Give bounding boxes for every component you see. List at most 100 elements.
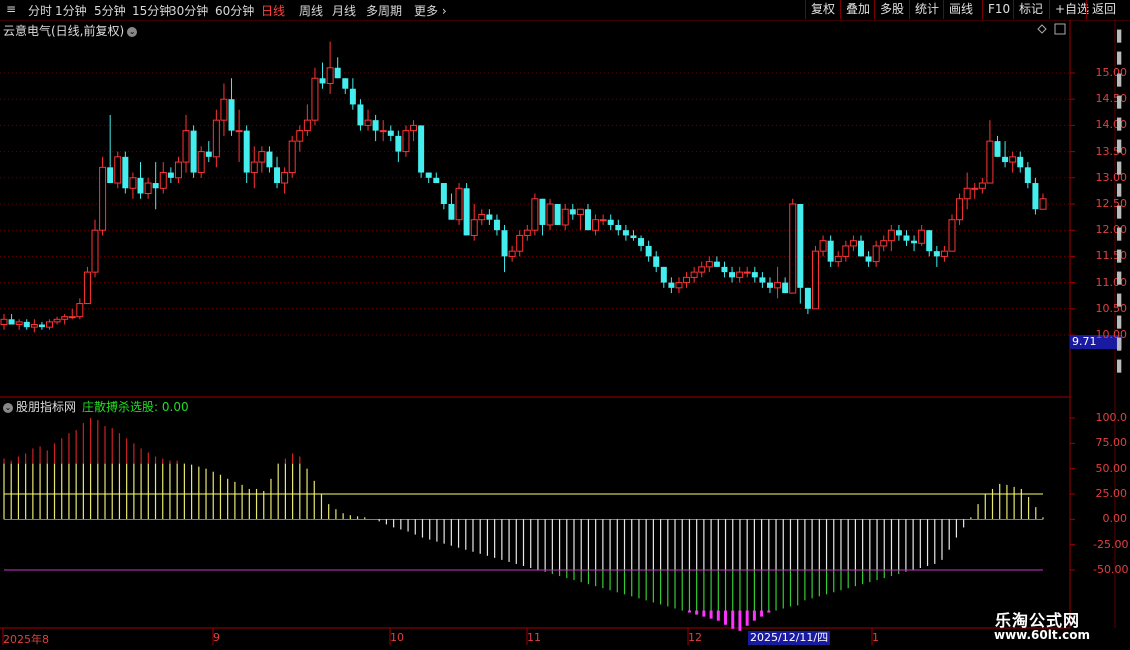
side-tab-4[interactable]: ▌: [1117, 118, 1125, 131]
candle-body-up: [842, 245, 850, 257]
side-tab-3[interactable]: ▌: [1117, 96, 1125, 109]
candle-body-up: [834, 255, 842, 263]
side-tab-0[interactable]: ▌: [1117, 30, 1125, 43]
candle-body-down: [994, 141, 1001, 157]
candle-body-up: [698, 266, 706, 273]
candle-body-down: [395, 135, 402, 152]
candle-body-down: [1024, 167, 1031, 184]
side-tab-13[interactable]: ▌: [1117, 316, 1125, 329]
side-tab-8[interactable]: ▌: [1117, 206, 1125, 219]
candle-body-down: [122, 156, 129, 189]
maximize-icon: [1054, 23, 1066, 35]
candle-body-up: [61, 316, 69, 320]
candle-body-up: [819, 240, 827, 252]
candle-body-up: [592, 219, 600, 231]
side-tab-5[interactable]: ▌: [1117, 140, 1125, 153]
x-axis-label: 9: [213, 631, 220, 644]
side-tab-1[interactable]: ▌: [1117, 52, 1125, 65]
side-tab-2[interactable]: ▌: [1117, 74, 1125, 87]
candle-body-down: [721, 266, 728, 273]
candle-body-down: [903, 235, 910, 241]
side-tab-12[interactable]: ▌: [1117, 294, 1125, 307]
candle-body-up: [956, 198, 964, 221]
side-tab-15[interactable]: ▌: [1117, 360, 1125, 373]
candle-body-up: [76, 303, 84, 318]
candle-body-down: [205, 151, 212, 157]
candle-body-up: [326, 67, 334, 84]
chart-canvas[interactable]: [0, 0, 1130, 650]
candle-body-up: [0, 318, 8, 326]
x-axis-label: 11: [527, 631, 541, 644]
candle-body-up: [774, 282, 782, 289]
side-tab-14[interactable]: ▌: [1117, 338, 1125, 351]
candle-body-up: [705, 261, 713, 268]
candle-body-down: [342, 78, 349, 89]
candle-body-down: [622, 230, 629, 236]
candle-body-down: [539, 198, 546, 225]
candle-body-up: [288, 140, 296, 174]
candle-body-down: [729, 272, 736, 278]
candle-body-up: [83, 271, 91, 305]
candle-body-up: [46, 321, 54, 328]
candle-body-up: [281, 172, 289, 184]
candle-body-up: [478, 213, 486, 221]
candle-body-up: [523, 229, 531, 236]
candle-body-down: [1002, 156, 1009, 163]
candle-body-down: [797, 204, 804, 288]
candle-body-down: [668, 282, 675, 288]
candle-body-down: [349, 88, 356, 105]
candle-body-up: [99, 166, 107, 231]
candle-body-up: [789, 203, 797, 294]
candle-body-down: [372, 120, 379, 131]
candle-body-up: [675, 282, 683, 289]
indicator-tick-label: 100.0: [1095, 411, 1128, 424]
candle-body-down: [357, 104, 364, 126]
candle-body-up: [53, 318, 61, 323]
candle-body-up: [576, 208, 584, 215]
candle-body-down: [167, 172, 174, 178]
candle-body-down: [152, 183, 159, 189]
candle-body-down: [501, 230, 508, 257]
candle-body-down: [243, 130, 250, 173]
candle-body-up: [690, 271, 698, 278]
candle-body-down: [827, 240, 834, 262]
candle-body-down: [895, 230, 902, 236]
candle-body-up: [880, 240, 888, 247]
side-tab-6[interactable]: ▌: [1117, 162, 1125, 175]
candle-body-down: [865, 256, 872, 262]
candle-body-down: [1017, 156, 1024, 168]
candle-body-up: [129, 177, 137, 189]
candle-body-up: [1039, 198, 1047, 210]
candle-body-up: [948, 219, 956, 252]
candle-body-up: [30, 324, 38, 328]
candle-body-down: [569, 209, 576, 215]
side-tab-11[interactable]: ▌: [1117, 272, 1125, 285]
candle-body-up: [811, 250, 819, 310]
side-tab-7[interactable]: ▌: [1117, 184, 1125, 197]
candle-body-up: [212, 119, 220, 158]
candle-body-up: [235, 130, 243, 133]
candle-body-down: [933, 251, 940, 257]
candle-body-down: [766, 282, 773, 288]
candle-body-up: [296, 130, 304, 142]
candle-body-down: [425, 172, 432, 178]
candle-body-down: [448, 204, 455, 220]
candle-body-down: [911, 240, 918, 244]
side-tab-10[interactable]: ▌: [1117, 250, 1125, 263]
candle-body-down: [1032, 183, 1039, 210]
cursor-date-tag: 2025/12/11/四: [748, 631, 831, 645]
x-axis-label: 10: [390, 631, 404, 644]
candle-body-down: [554, 204, 561, 225]
candle-body-down: [615, 224, 622, 231]
candle-body-up: [872, 245, 880, 263]
candle-body-down: [433, 177, 440, 184]
candle-body-up: [971, 187, 979, 190]
candle-body-up: [68, 316, 76, 319]
right-collapsed-panel[interactable]: ▌ ▌ ▌ ▌ ▌ ▌ ▌ ▌ ▌ ▌ ▌ ▌ ▌ ▌ ▌ ▌: [1116, 20, 1130, 400]
candle-body-down: [713, 261, 720, 267]
candle-body-up: [986, 140, 994, 184]
candle-body-up: [303, 119, 311, 132]
candle-body-down: [418, 125, 425, 173]
side-tab-9[interactable]: ▌: [1117, 228, 1125, 241]
watermark-logo: 乐淘公式网 www.60lt.com: [990, 605, 1130, 645]
